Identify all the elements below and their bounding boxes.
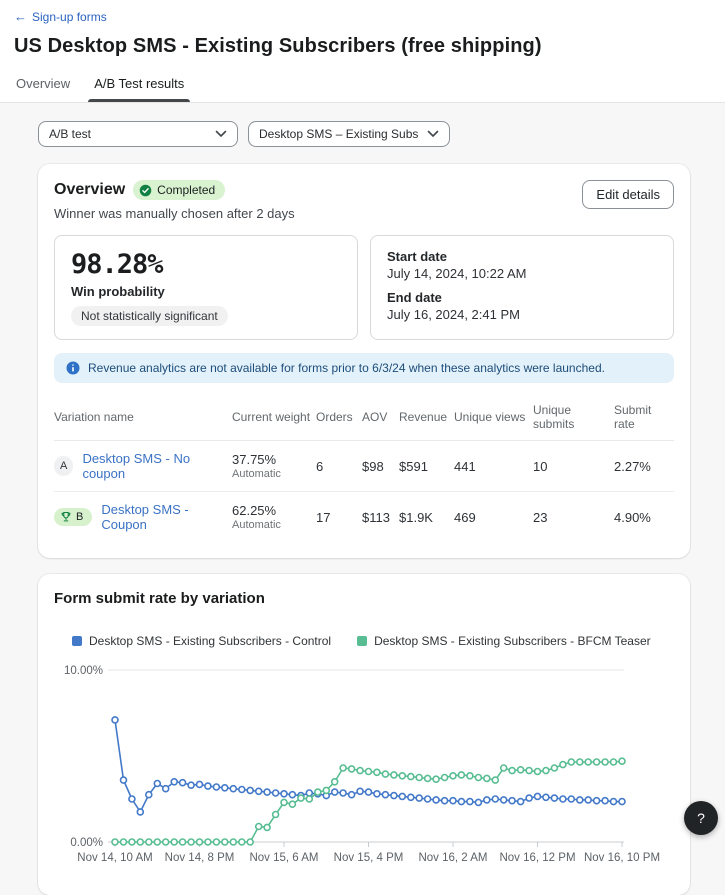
help-button[interactable]: ? [684, 801, 718, 835]
legend-item-bfcm-teaser[interactable]: Desktop SMS - Existing Subscribers - BFC… [357, 634, 651, 648]
legend-item-control[interactable]: Desktop SMS - Existing Subscribers - Con… [72, 634, 331, 648]
form-select-value: Desktop SMS – Existing Subscribers T... [259, 127, 419, 141]
table-row: A Desktop SMS - No coupon 37.75% Automat… [54, 441, 674, 492]
svg-text:0.00%: 0.00% [70, 837, 103, 849]
orders-value: 6 [316, 459, 362, 474]
tab-overview[interactable]: Overview [14, 72, 72, 102]
info-banner: Revenue analytics are not available for … [54, 353, 674, 383]
svg-text:Nov 14, 10 AM: Nov 14, 10 AM [77, 852, 152, 864]
weight-value: 37.75% [232, 452, 316, 467]
col-unique-submits: Unique submits [533, 403, 614, 431]
variation-a-link[interactable]: Desktop SMS - No coupon [82, 451, 232, 481]
ab-test-select-value: A/B test [49, 127, 91, 141]
col-submit-rate: Submit rate [614, 403, 674, 431]
svg-text:10.00%: 10.00% [64, 665, 103, 677]
page-title: US Desktop SMS - Existing Subscribers (f… [14, 35, 711, 58]
col-current-weight: Current weight [232, 410, 316, 424]
unique-submits-value: 23 [533, 510, 614, 525]
chevron-down-icon [427, 130, 439, 138]
svg-text:Nov 16, 12 PM: Nov 16, 12 PM [499, 852, 575, 864]
status-badge: Completed [133, 180, 225, 200]
win-probability-label: Win probability [71, 284, 341, 299]
weight-mode: Automatic [232, 468, 316, 480]
revenue-value: $591 [399, 459, 454, 474]
back-link-label: Sign-up forms [32, 10, 107, 24]
info-banner-text: Revenue analytics are not available for … [88, 361, 605, 375]
svg-text:Nov 16, 2 AM: Nov 16, 2 AM [418, 852, 487, 864]
variation-a-badge: A [54, 456, 73, 476]
check-circle-icon [139, 184, 152, 197]
unique-views-value: 469 [454, 510, 533, 525]
info-icon [66, 361, 80, 375]
svg-text:Nov 15, 4 PM: Nov 15, 4 PM [334, 852, 404, 864]
status-badge-label: Completed [157, 183, 215, 197]
overview-card: Overview Completed Winner was manually c… [38, 164, 690, 558]
end-date-value: July 16, 2024, 2:41 PM [387, 307, 657, 322]
tab-bar: Overview A/B Test results [14, 72, 711, 102]
chart-title: Form submit rate by variation [54, 590, 674, 607]
ab-test-select[interactable]: A/B test [38, 121, 238, 147]
submit-rate-card: Form submit rate by variation Desktop SM… [38, 574, 690, 895]
winner-note: Winner was manually chosen after 2 days [54, 206, 295, 221]
col-revenue: Revenue [399, 410, 454, 424]
start-date-label: Start date [387, 249, 657, 264]
col-unique-views: Unique views [454, 410, 533, 424]
svg-text:Nov 16, 10 PM: Nov 16, 10 PM [584, 852, 660, 864]
col-variation-name: Variation name [54, 410, 232, 424]
unique-views-value: 441 [454, 459, 533, 474]
legend-swatch-bfcm-teaser [357, 636, 367, 646]
question-mark-icon: ? [697, 810, 705, 826]
aov-value: $98 [362, 459, 399, 474]
legend-swatch-control [72, 636, 82, 646]
back-link[interactable]: ← Sign-up forms [14, 10, 107, 24]
start-date-value: July 14, 2024, 10:22 AM [387, 266, 657, 281]
tab-ab-test-results[interactable]: A/B Test results [92, 72, 186, 102]
col-aov: AOV [362, 410, 399, 424]
submit-rate-chart[interactable]: 10.00% 0.00% Nov 14, 10 AM Nov 14, 8 PM Nov … [54, 658, 674, 870]
col-orders: Orders [316, 410, 362, 424]
table-header-row: Variation name Current weight Orders AOV… [54, 393, 674, 441]
unique-submits-value: 10 [533, 459, 614, 474]
significance-badge: Not statistically significant [71, 306, 228, 326]
variation-b-label: B [76, 511, 83, 523]
svg-text:Nov 15, 6 AM: Nov 15, 6 AM [249, 852, 318, 864]
legend-label-bfcm-teaser: Desktop SMS - Existing Subscribers - BFC… [374, 634, 651, 648]
dates-box: Start date July 14, 2024, 10:22 AM End d… [370, 235, 674, 340]
table-row: B Desktop SMS - Coupon 62.25% Automatic … [54, 492, 674, 542]
variation-table: Variation name Current weight Orders AOV… [54, 393, 674, 542]
variation-b-winner-badge: B [54, 508, 92, 526]
trophy-icon [60, 511, 72, 523]
submit-rate-value: 4.90% [614, 510, 674, 525]
revenue-value: $1.9K [399, 510, 454, 525]
aov-value: $113 [362, 510, 399, 525]
legend-label-control: Desktop SMS - Existing Subscribers - Con… [89, 634, 331, 648]
submit-rate-value: 2.27% [614, 459, 674, 474]
form-select[interactable]: Desktop SMS – Existing Subscribers T... [248, 121, 450, 147]
weight-value: 62.25% [232, 503, 316, 518]
chart-legend: Desktop SMS - Existing Subscribers - Con… [72, 634, 674, 648]
arrow-left-icon: ← [14, 10, 27, 23]
win-probability-box: 98.28% Win probability Not statistically… [54, 235, 358, 340]
filter-row: A/B test Desktop SMS – Existing Subscrib… [38, 121, 690, 147]
orders-value: 17 [316, 510, 362, 525]
variation-b-link[interactable]: Desktop SMS - Coupon [101, 502, 232, 532]
win-probability-value: 98.28% [71, 249, 341, 280]
end-date-label: End date [387, 290, 657, 305]
page-header: ← Sign-up forms US Desktop SMS - Existin… [0, 0, 725, 103]
chevron-down-icon [215, 130, 227, 138]
edit-details-button[interactable]: Edit details [582, 180, 674, 209]
overview-card-title: Overview [54, 181, 125, 199]
svg-text:Nov 14, 8 PM: Nov 14, 8 PM [165, 852, 235, 864]
weight-mode: Automatic [232, 519, 316, 531]
